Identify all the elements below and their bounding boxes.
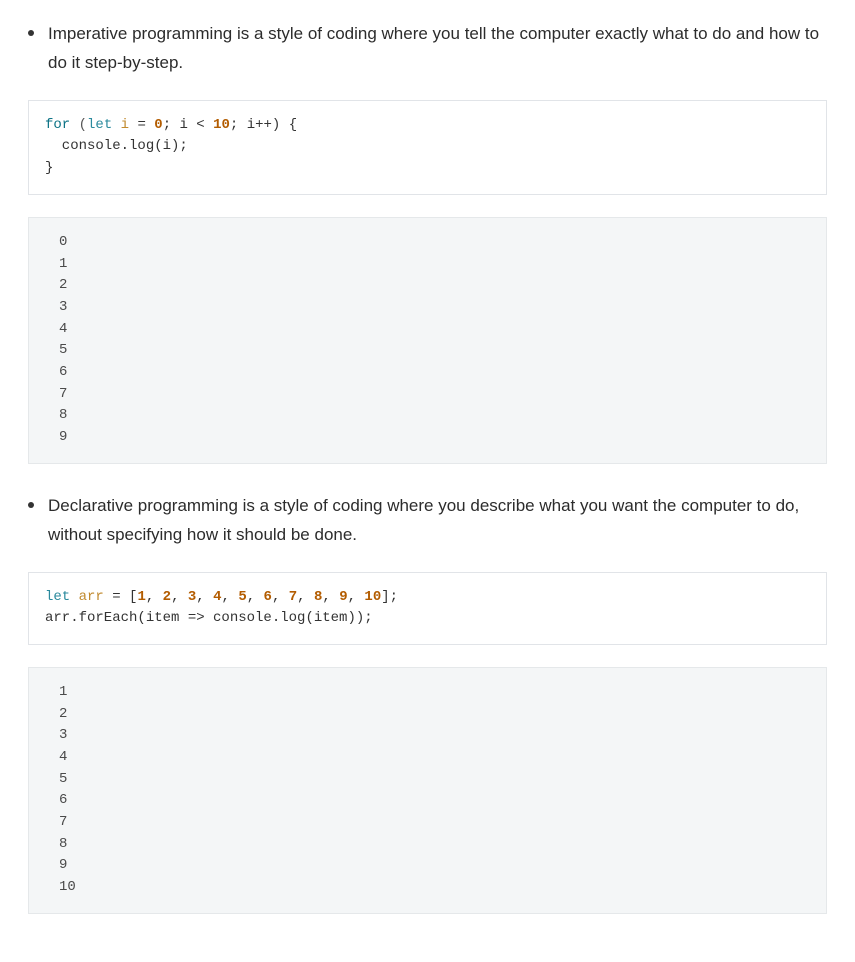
item-text: Imperative programming is a style of cod… (48, 20, 827, 78)
bullet-row: Declarative programming is a style of co… (28, 492, 827, 550)
list-item: Declarative programming is a style of co… (28, 492, 827, 914)
output-block: 0 1 2 3 4 5 6 7 8 9 (28, 217, 827, 464)
item-content: let arr = [1, 2, 3, 4, 5, 6, 7, 8, 9, 10… (28, 572, 827, 914)
code-block: for (let i = 0; i < 10; i++) { console.l… (28, 100, 827, 195)
output-block: 1 2 3 4 5 6 7 8 9 10 (28, 667, 827, 914)
bullet-icon (28, 30, 34, 36)
bullet-row: Imperative programming is a style of cod… (28, 20, 827, 78)
code-block: let arr = [1, 2, 3, 4, 5, 6, 7, 8, 9, 10… (28, 572, 827, 645)
content-list: Imperative programming is a style of cod… (28, 20, 827, 914)
item-content: for (let i = 0; i < 10; i++) { console.l… (28, 100, 827, 464)
bullet-icon (28, 502, 34, 508)
item-text: Declarative programming is a style of co… (48, 492, 827, 550)
list-item: Imperative programming is a style of cod… (28, 20, 827, 464)
